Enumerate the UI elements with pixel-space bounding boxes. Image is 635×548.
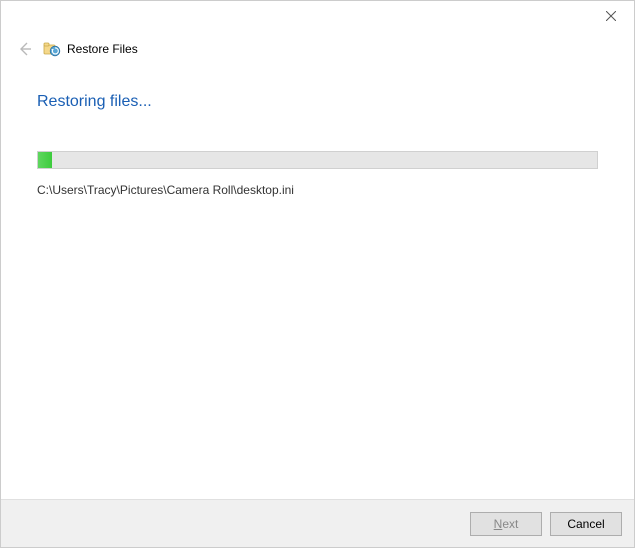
page-heading: Restoring files...: [37, 93, 598, 111]
next-button[interactable]: Next: [470, 512, 542, 536]
content-area: Restoring files... C:\Users\Tracy\Pictur…: [1, 63, 634, 499]
back-arrow-icon: [18, 42, 32, 56]
header-row: Restore Files: [1, 35, 634, 63]
close-icon: [606, 11, 616, 21]
footer: Next Cancel: [1, 499, 634, 547]
app-title: Restore Files: [67, 42, 138, 56]
current-file-path: C:\Users\Tracy\Pictures\Camera Roll\desk…: [37, 183, 598, 197]
close-button[interactable]: [588, 1, 634, 31]
next-label-suffix: ext: [502, 517, 518, 531]
back-button[interactable]: [11, 36, 39, 62]
titlebar: [1, 1, 634, 37]
progress-bar: [37, 151, 598, 169]
restore-files-icon: [43, 40, 61, 58]
cancel-button[interactable]: Cancel: [550, 512, 622, 536]
progress-bar-fill: [38, 152, 52, 168]
